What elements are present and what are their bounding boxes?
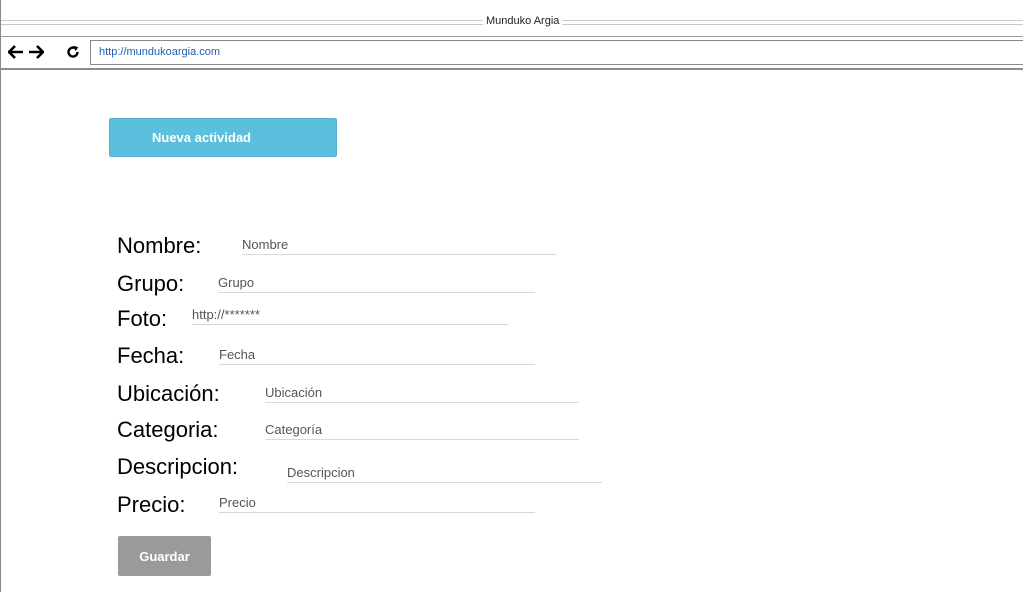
name-field[interactable] — [242, 234, 556, 255]
name-label: Nombre: — [117, 233, 202, 258]
navigation-bar: http://mundukoargia.com — [1, 36, 1023, 70]
category-field[interactable] — [265, 419, 579, 440]
group-field[interactable] — [218, 272, 535, 293]
price-label: Precio: — [117, 492, 186, 517]
reload-button[interactable] — [64, 41, 82, 63]
date-field[interactable] — [219, 344, 535, 365]
category-label: Categoria: — [117, 417, 219, 442]
location-label: Ubicación: — [117, 381, 220, 406]
back-button[interactable] — [7, 41, 25, 63]
arrow-left-icon — [8, 45, 24, 59]
photo-label: Foto: — [117, 306, 168, 331]
description-field[interactable] — [287, 462, 602, 483]
browser-window: Munduko Argia http://mundukoargia.com Nu… — [0, 0, 1023, 592]
arrow-right-icon — [28, 45, 44, 59]
new-activity-button[interactable]: Nueva actividad — [109, 118, 337, 157]
title-bar: Munduko Argia — [1, 14, 1023, 30]
address-bar[interactable]: http://mundukoargia.com — [90, 40, 1023, 65]
group-label: Grupo: — [117, 271, 185, 296]
description-label: Descripcion: — [117, 454, 239, 479]
reload-icon — [66, 45, 80, 59]
date-label: Fecha: — [117, 343, 185, 368]
window-title: Munduko Argia — [483, 14, 563, 28]
forward-button[interactable] — [27, 41, 45, 63]
url-text: http://mundukoargia.com — [99, 46, 221, 58]
location-field[interactable] — [265, 382, 579, 403]
photo-field[interactable] — [192, 304, 508, 325]
price-field[interactable] — [219, 492, 535, 513]
save-button[interactable]: Guardar — [118, 536, 211, 576]
